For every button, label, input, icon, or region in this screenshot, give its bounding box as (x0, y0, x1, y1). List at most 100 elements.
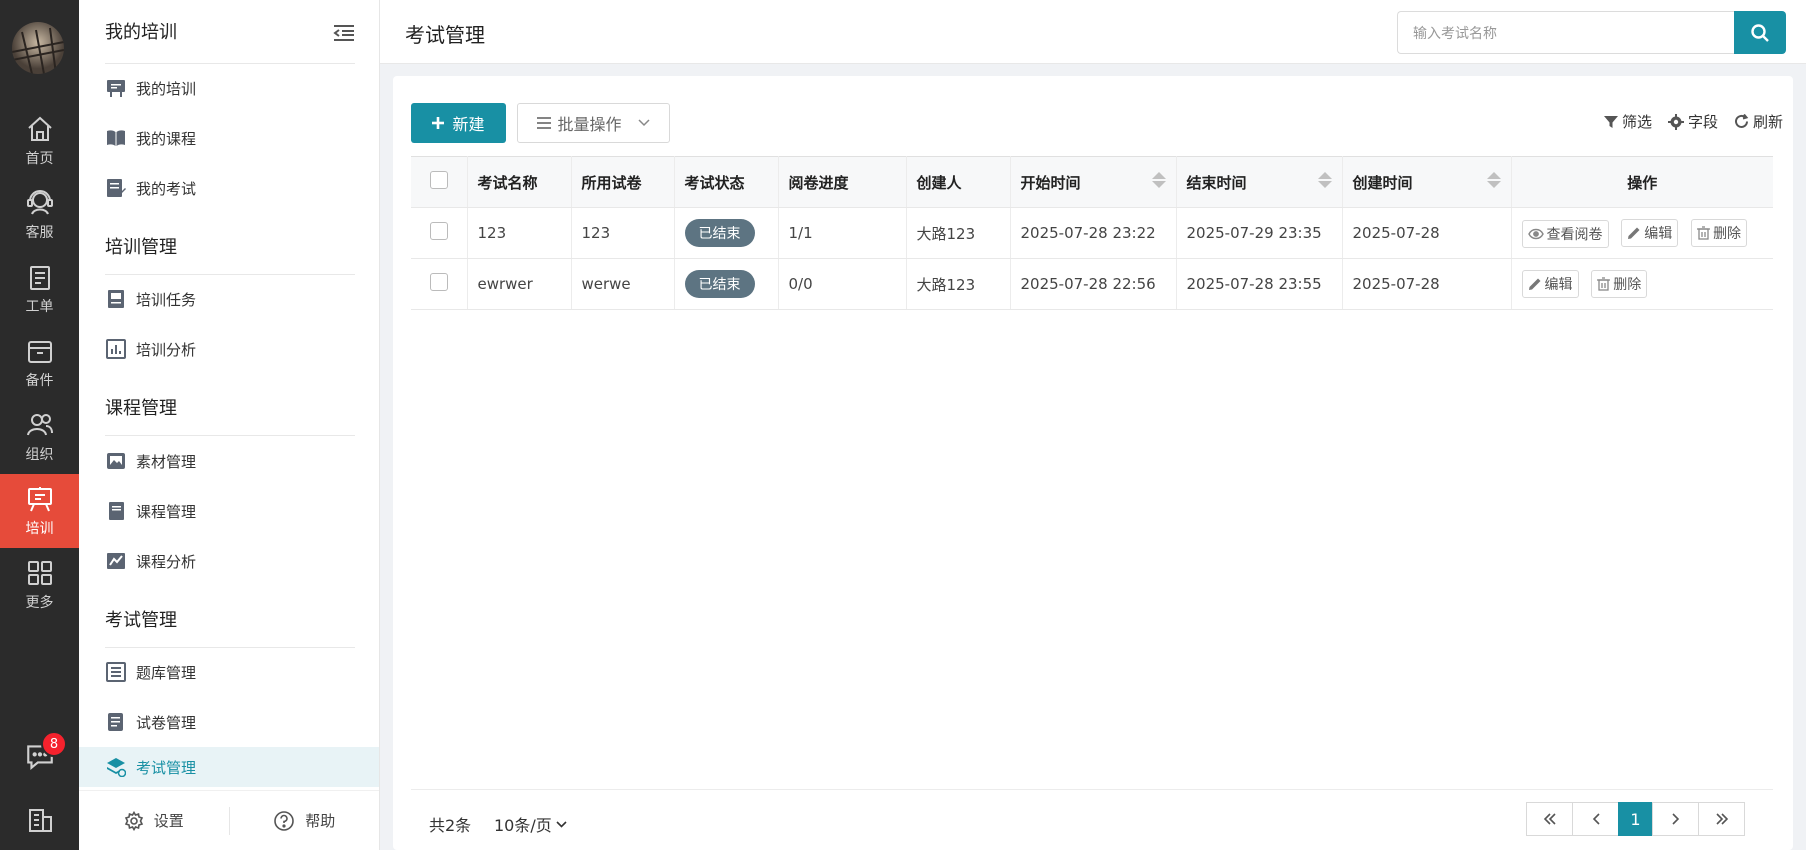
first-page-button[interactable] (1526, 802, 1573, 836)
select-all-checkbox[interactable] (429, 171, 448, 189)
cell-creator: 大路123 (906, 258, 1011, 310)
sort-icon[interactable] (1486, 172, 1501, 188)
delete-button[interactable]: 删除 (1691, 218, 1748, 247)
clipboard-icon (29, 266, 50, 290)
cell-actions: 查看阅卷 编辑 删除 (1511, 207, 1773, 259)
list-icon (106, 662, 126, 682)
pencil-icon (1628, 227, 1640, 239)
nav-label: 我的培训 (136, 79, 197, 98)
col-header-created[interactable]: 创建时间 (1342, 156, 1512, 208)
page-title: 考试管理 (405, 23, 485, 47)
chevron-right-icon (1671, 813, 1679, 825)
filter-icon (1603, 115, 1618, 128)
sidebar-item-paper-mgmt[interactable]: 试卷管理 (79, 702, 379, 742)
exam-edit-icon (107, 179, 126, 197)
new-button[interactable]: 新建 (411, 103, 506, 143)
cell-end: 2025-07-28 23:55 (1176, 258, 1343, 310)
sidebar-item-training-analysis[interactable]: 培训分析 (79, 329, 379, 369)
trash-icon (1697, 225, 1711, 240)
sidebar-item-training-tasks[interactable]: 培训任务 (79, 279, 379, 319)
table-row: ewrwer werwe 已结束 0/0 大路123 2025-07-28 22… (411, 258, 1773, 310)
status-badge: 已结束 (684, 270, 755, 298)
sidebar-item-my-courses[interactable]: 我的课程 (79, 118, 379, 158)
next-page-button[interactable] (1652, 802, 1699, 836)
rail-label-org: 组织 (25, 447, 54, 463)
nav-label: 培训分析 (136, 340, 197, 359)
rail-item-training[interactable]: 培训 (0, 474, 79, 548)
book-open-icon (107, 130, 125, 146)
sidebar-item-course-mgmt[interactable]: 课程管理 (79, 491, 379, 531)
section-title-exam-mgmt: 考试管理 (105, 610, 177, 631)
page-number-button[interactable]: 1 (1618, 802, 1653, 836)
rail-item-org[interactable]: 组织 (0, 400, 79, 474)
sidebar-item-materials[interactable]: 素材管理 (79, 441, 379, 481)
edit-button[interactable]: 编辑 (1621, 218, 1679, 247)
edit-button[interactable]: 编辑 (1521, 270, 1579, 298)
collapse-sidebar-button[interactable] (333, 24, 355, 46)
sort-icon[interactable] (1317, 172, 1332, 188)
user-avatar[interactable] (12, 22, 64, 74)
sort-icon[interactable] (1151, 172, 1166, 188)
batch-actions-dropdown[interactable]: 批量操作 (517, 103, 670, 143)
rail-label-home: 首页 (25, 151, 54, 167)
help-button[interactable]: 帮助 (230, 810, 380, 832)
easel-icon (27, 487, 52, 512)
action-label: 删除 (1613, 277, 1642, 293)
view-grading-button[interactable]: 查看阅卷 (1521, 219, 1609, 248)
rail-item-service[interactable]: 客服 (0, 178, 79, 252)
row-checkbox[interactable] (429, 222, 448, 240)
rail-item-more[interactable]: 更多 (0, 548, 79, 622)
filter-button[interactable]: 筛选 (1603, 111, 1652, 132)
cell-paper: werwe (571, 258, 675, 310)
chevron-down-icon (637, 119, 650, 127)
cell-start: 2025-07-28 23:22 (1010, 207, 1177, 259)
settings-button[interactable]: 设置 (79, 810, 229, 831)
content-card: 新建 批量操作 筛选 字段 刷新 考试名称 所用试卷 考试状态 阅卷进度 创建人… (393, 76, 1793, 850)
sidebar-item-my-exams[interactable]: 我的考试 (79, 168, 379, 208)
search-input[interactable]: 输入考试名称 (1397, 11, 1734, 54)
col-header-paper: 所用试卷 (571, 156, 675, 208)
rail-item-parts[interactable]: 备件 (0, 326, 79, 400)
headset-icon (26, 190, 53, 215)
sidebar-item-question-bank[interactable]: 题库管理 (79, 652, 379, 692)
new-label: 新建 (452, 115, 485, 134)
refresh-button[interactable]: 刷新 (1734, 111, 1783, 132)
gear-icon (124, 810, 143, 831)
col-header-start[interactable]: 开始时间 (1010, 156, 1177, 208)
pagination: 1 (1526, 802, 1745, 836)
divider (105, 647, 355, 648)
page-size-select[interactable]: 10条/页 (494, 812, 567, 836)
chat-button[interactable] (0, 740, 79, 772)
action-label: 编辑 (1544, 277, 1573, 293)
cell-name: ewrwer (467, 258, 572, 310)
sidebar-footer: 设置 帮助 (79, 790, 379, 850)
last-page-button[interactable] (1698, 802, 1745, 836)
sidebar-item-exam-mgmt[interactable]: 考试管理 (79, 747, 379, 787)
col-header-end[interactable]: 结束时间 (1176, 156, 1343, 208)
help-label: 帮助 (305, 812, 336, 830)
sidebar-item-course-analysis[interactable]: 课程分析 (79, 541, 379, 581)
cell-name: 123 (467, 207, 572, 259)
section-title-course-mgmt: 课程管理 (105, 398, 177, 419)
company-button[interactable] (0, 805, 79, 835)
nav-label: 试卷管理 (136, 713, 197, 732)
box-icon (27, 341, 52, 363)
col-header-creator: 创建人 (906, 156, 1011, 208)
status-badge: 已结束 (684, 219, 755, 247)
search-button[interactable] (1734, 11, 1786, 54)
fields-button[interactable]: 字段 (1667, 111, 1718, 132)
rail-item-ticket[interactable]: 工单 (0, 252, 79, 326)
divider (105, 63, 355, 64)
total-count: 共2条 (429, 816, 472, 835)
easel-icon (107, 80, 125, 97)
chevron-left-icon (1592, 813, 1600, 825)
sidebar-item-my-training[interactable]: 我的培训 (79, 68, 379, 108)
col-label: 开始时间 (1020, 173, 1081, 192)
nav-label: 培训任务 (136, 290, 197, 309)
row-checkbox[interactable] (429, 273, 448, 291)
nav-label: 我的课程 (136, 129, 197, 148)
rail-item-home[interactable]: 首页 (0, 104, 79, 178)
task-icon (108, 290, 124, 308)
delete-button[interactable]: 删除 (1591, 270, 1648, 298)
prev-page-button[interactable] (1572, 802, 1619, 836)
